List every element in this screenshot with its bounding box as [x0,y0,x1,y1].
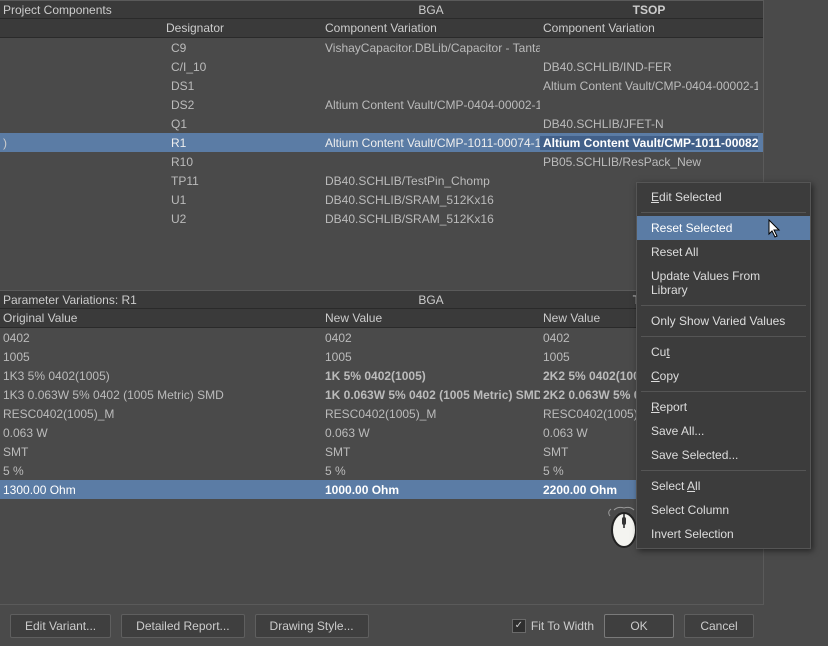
menu-reset-selected[interactable]: Reset Selected [637,216,810,240]
original-value-cell[interactable]: SMT [0,445,322,459]
project-components-header[interactable]: Project Components [0,3,163,17]
menu-select-all[interactable]: Select All [637,474,810,498]
menu-only-varied[interactable]: Only Show Varied Values [637,309,810,333]
component-row[interactable]: )R1Altium Content Vault/CMP-1011-00074-1… [0,133,763,152]
original-value-cell[interactable]: 1K3 0.063W 5% 0402 (1005 Metric) SMD [0,388,322,402]
menu-copy[interactable]: Copy [637,364,810,388]
variation1-cell[interactable]: Altium Content Vault/CMP-0404-00002-1 [322,98,540,112]
row-prefix: ) [0,136,163,150]
designator-cell[interactable]: C9 [163,41,322,55]
bga-header[interactable]: BGA [322,3,540,17]
param-bga-header[interactable]: BGA [322,293,540,307]
footer-bar: Edit Variant... Detailed Report... Drawi… [0,604,764,646]
original-value-cell[interactable]: 1K3 5% 0402(1005) [0,369,322,383]
original-value-cell[interactable]: RESC0402(1005)_M [0,407,322,421]
menu-report[interactable]: Report [637,395,810,419]
menu-separator [641,391,806,392]
variation1-cell[interactable]: Altium Content Vault/CMP-1011-00074-1 [322,136,540,150]
component-row[interactable]: DS1 Altium Content Vault/CMP-0404-00002-1 [0,76,763,95]
drawing-style-button[interactable]: Drawing Style... [255,614,369,638]
designator-cell[interactable]: DS1 [163,79,322,93]
component-row[interactable]: Q1 DB40.SCHLIB/JFET-N [0,114,763,133]
menu-edit-selected[interactable]: Edit Selected [637,185,810,209]
fit-to-width-checkbox[interactable]: ✓ Fit To Width [512,619,594,633]
check-icon: ✓ [512,619,526,633]
designator-cell[interactable]: DS2 [163,98,322,112]
designator-cell[interactable]: R10 [163,155,322,169]
original-value-cell[interactable]: 1300.00 Ohm [0,483,322,497]
variation2-cell[interactable]: PB05.SCHLIB/ResPack_New [540,155,758,169]
variation1-cell[interactable]: VishayCapacitor.DBLib/Capacitor - Tantal… [322,41,540,55]
edit-variant-button[interactable]: Edit Variant... [10,614,111,638]
menu-save-selected[interactable]: Save Selected... [637,443,810,467]
variation1-cell[interactable]: DB40.SCHLIB/SRAM_512Kx16 [322,193,540,207]
context-menu: Edit Selected Reset Selected Reset All U… [636,182,811,549]
component-row[interactable]: DS2Altium Content Vault/CMP-0404-00002-1 [0,95,763,114]
designator-cell[interactable]: U1 [163,193,322,207]
variation1-cell[interactable]: DB40.SCHLIB/SRAM_512Kx16 [322,212,540,226]
new-value1-cell[interactable]: 1005 [322,350,540,364]
menu-invert-selection[interactable]: Invert Selection [637,522,810,546]
components-header: Project Components BGA TSOP [0,0,763,19]
designator-cell[interactable]: Q1 [163,117,322,131]
variation2-cell[interactable]: DB40.SCHLIB/IND-FER [540,60,758,74]
ok-button[interactable]: OK [604,614,674,638]
original-value-cell[interactable]: 5 % [0,464,322,478]
original-value-cell[interactable]: 0.063 W [0,426,322,440]
new-value1-cell[interactable]: 1000.00 Ohm [322,483,540,497]
component-row[interactable]: C9VishayCapacitor.DBLib/Capacitor - Tant… [0,38,763,57]
new-value1-cell[interactable]: SMT [322,445,540,459]
menu-cut[interactable]: Cut [637,340,810,364]
designator-cell[interactable]: C/I_10 [163,60,322,74]
menu-reset-all[interactable]: Reset All [637,240,810,264]
variation1-cell[interactable]: DB40.SCHLIB/TestPin_Chomp [322,174,540,188]
variation2-header[interactable]: Component Variation [540,21,758,35]
menu-separator [641,470,806,471]
designator-cell[interactable]: U2 [163,212,322,226]
variation2-cell[interactable]: Altium Content Vault/CMP-1011-00082-1 [540,136,758,150]
cancel-button[interactable]: Cancel [684,614,754,638]
param-variations-header[interactable]: Parameter Variations: R1 [0,293,322,307]
designator-cell[interactable]: R1 [163,136,322,150]
menu-separator [641,212,806,213]
new-value1-cell[interactable]: 0.063 W [322,426,540,440]
original-value-cell[interactable]: 0402 [0,331,322,345]
variation1-header[interactable]: Component Variation [322,21,540,35]
new-value1-cell[interactable]: 0402 [322,331,540,345]
menu-update-values[interactable]: Update Values From Library [637,264,810,302]
new-value1-header[interactable]: New Value [322,311,540,325]
variation2-cell[interactable]: DB40.SCHLIB/JFET-N [540,117,758,131]
menu-save-all[interactable]: Save All... [637,419,810,443]
new-value1-cell[interactable]: RESC0402(1005)_M [322,407,540,421]
designator-header[interactable]: Designator [163,21,322,35]
tsop-header[interactable]: TSOP [540,3,758,17]
component-row[interactable]: R10 PB05.SCHLIB/ResPack_New [0,152,763,171]
original-value-header[interactable]: Original Value [0,311,322,325]
detailed-report-button[interactable]: Detailed Report... [121,614,244,638]
menu-select-column[interactable]: Select Column [637,498,810,522]
fit-to-width-label: Fit To Width [531,619,594,633]
components-subheader: Designator Component Variation Component… [0,19,763,38]
menu-separator [641,336,806,337]
new-value1-cell[interactable]: 5 % [322,464,540,478]
component-row[interactable]: C/I_10 DB40.SCHLIB/IND-FER [0,57,763,76]
new-value1-cell[interactable]: 1K 5% 0402(1005) [322,369,540,383]
menu-separator [641,305,806,306]
new-value1-cell[interactable]: 1K 0.063W 5% 0402 (1005 Metric) SMD [322,388,540,402]
variation2-cell[interactable]: Altium Content Vault/CMP-0404-00002-1 [540,79,758,93]
designator-cell[interactable]: TP11 [163,174,322,188]
original-value-cell[interactable]: 1005 [0,350,322,364]
